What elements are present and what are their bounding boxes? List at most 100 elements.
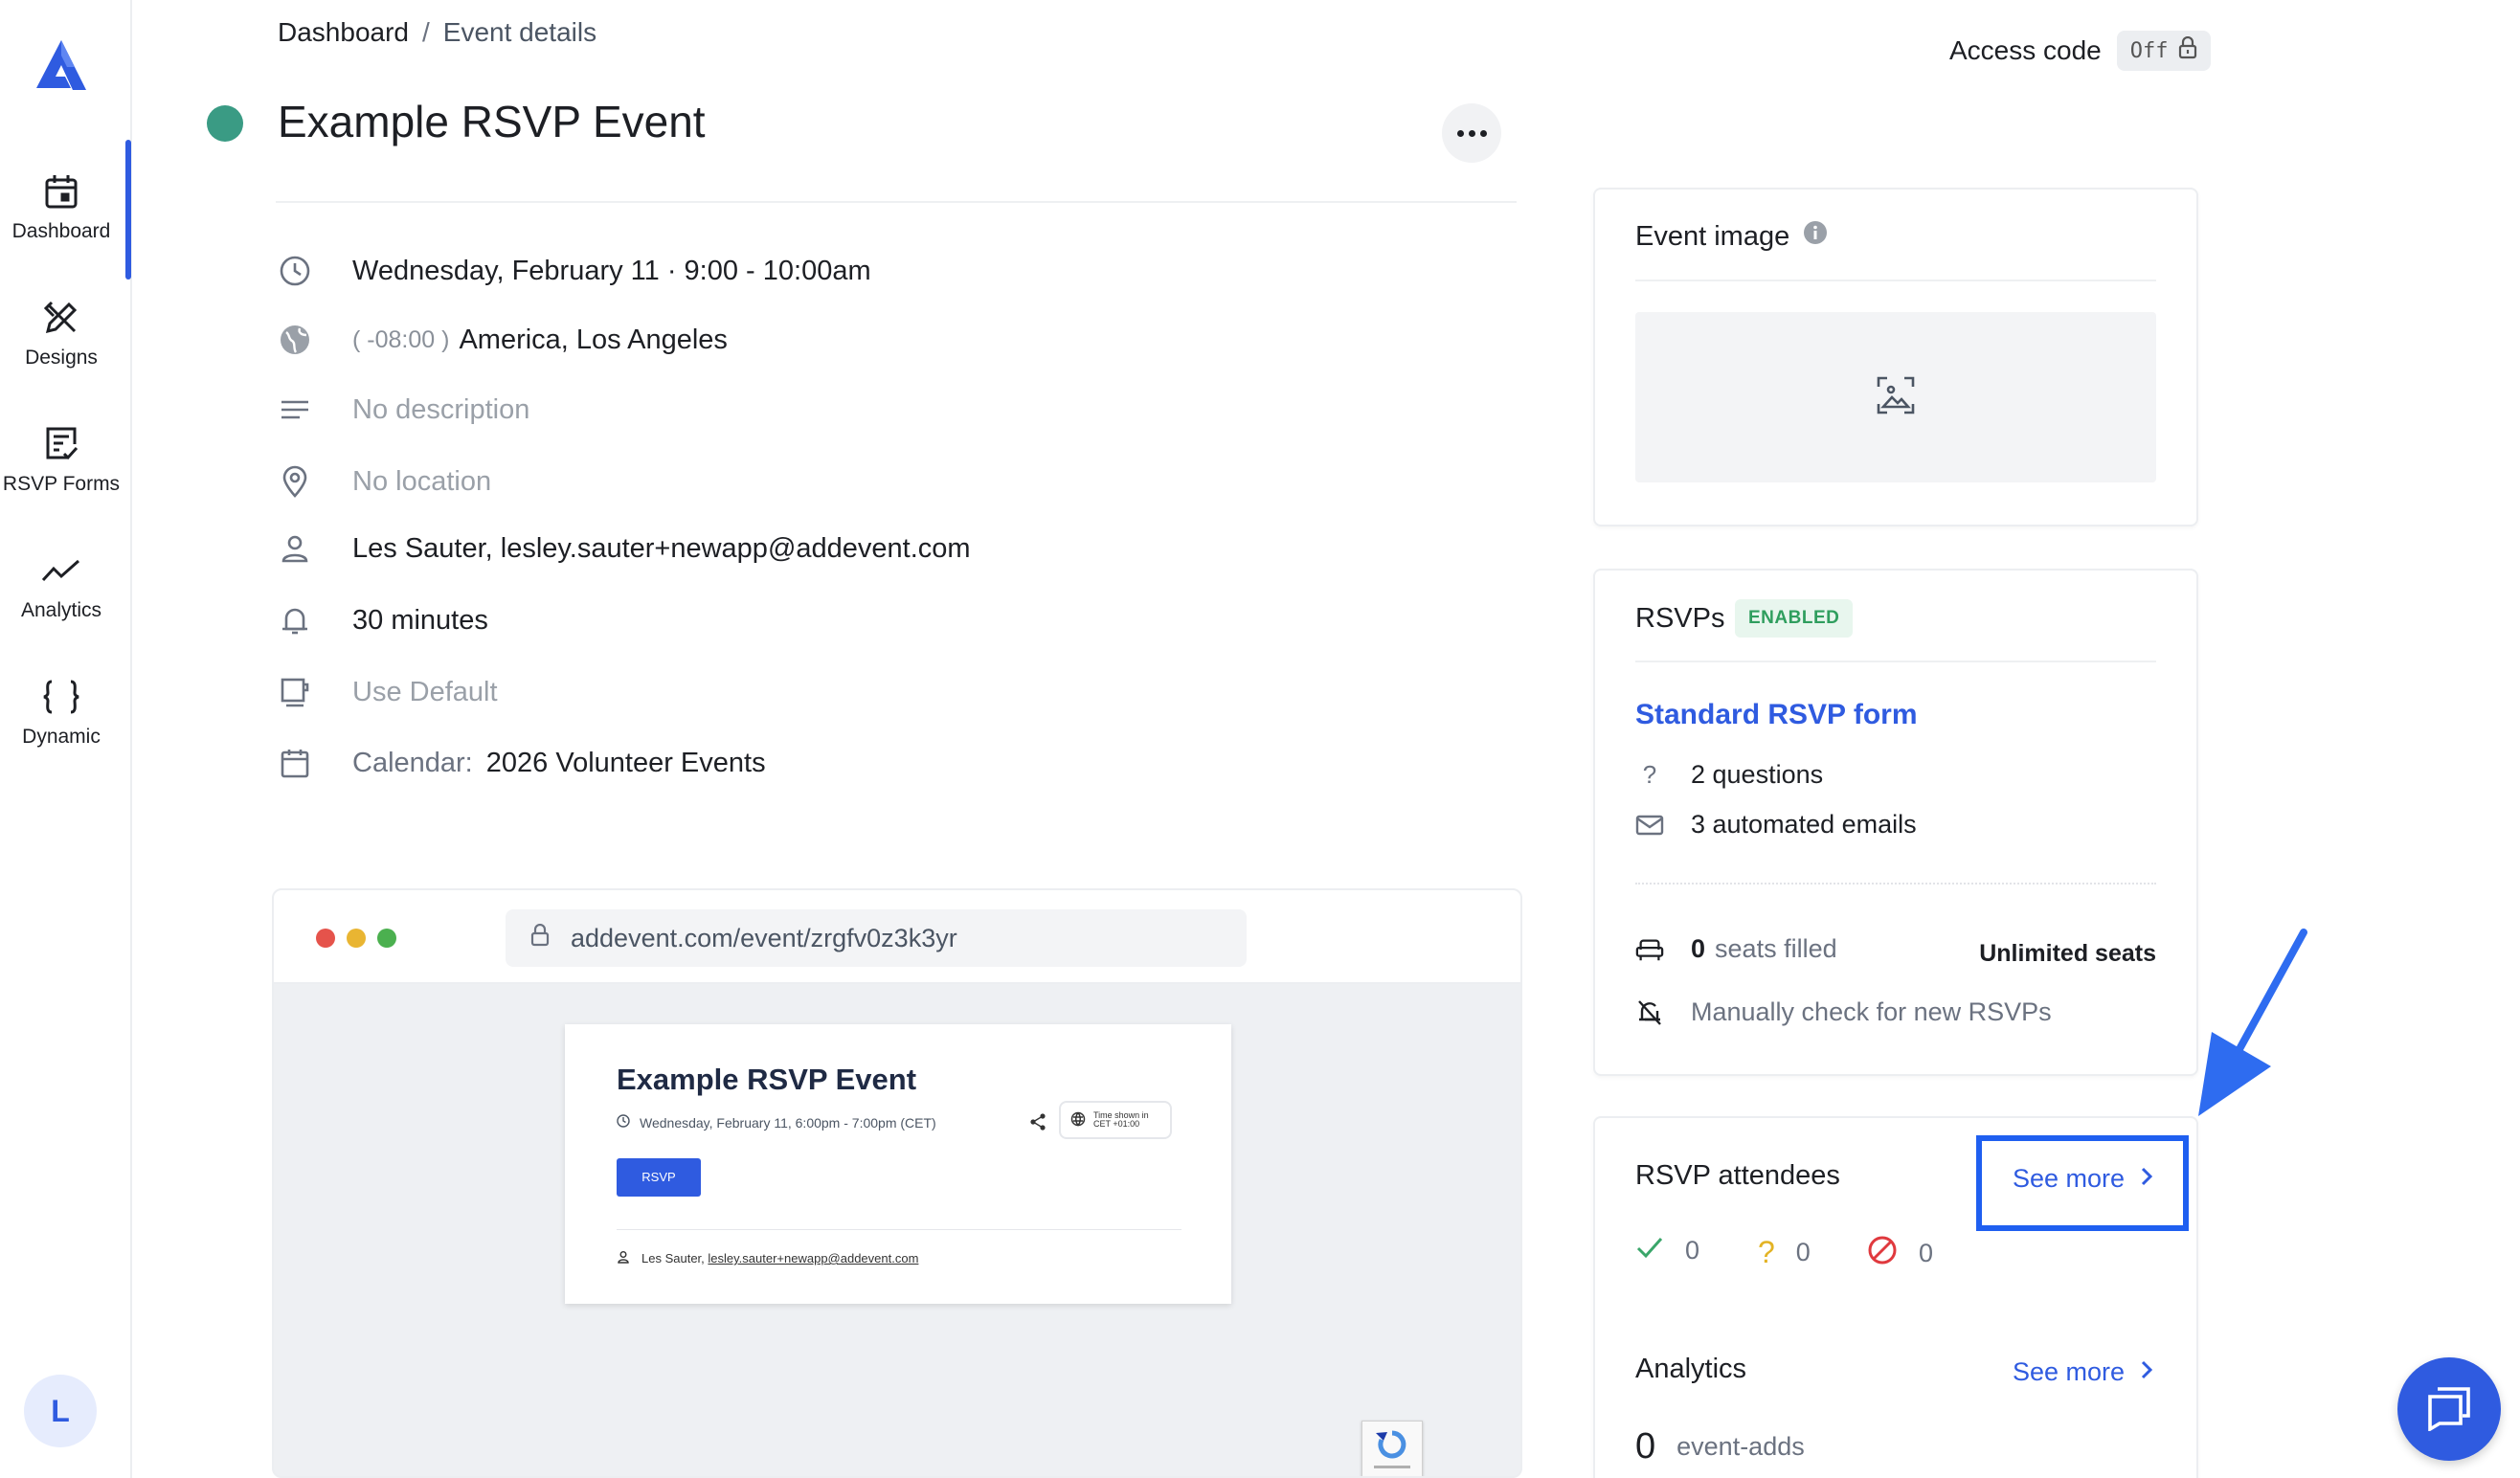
analytics-title: Analytics bbox=[1635, 1354, 1747, 1384]
analytics-count-row: 0 event-adds bbox=[1635, 1426, 1805, 1467]
event-template: Use Default bbox=[352, 676, 498, 707]
curly-braces-icon bbox=[0, 678, 123, 716]
seats-label: seats filled bbox=[1715, 934, 1837, 963]
access-code-label: Access code bbox=[1949, 35, 2102, 65]
seats-limit: Unlimited seats bbox=[1979, 940, 2156, 967]
questions-row: ? 2 questions bbox=[1635, 760, 1823, 790]
sidebar-item-analytics[interactable]: Analytics bbox=[0, 551, 123, 622]
attendees-see-more-link[interactable]: See more bbox=[2013, 1164, 2153, 1194]
divider bbox=[617, 1229, 1181, 1230]
event-image-upload[interactable] bbox=[1635, 312, 2156, 482]
preview-rsvp-button[interactable]: RSVP bbox=[617, 1158, 701, 1197]
rsvps-title: RSVPs bbox=[1635, 603, 1725, 634]
breadcrumb-separator: / bbox=[421, 17, 430, 47]
app-logo[interactable] bbox=[33, 38, 90, 99]
breadcrumb-dashboard[interactable]: Dashboard bbox=[278, 17, 409, 47]
access-code-toggle[interactable]: Off bbox=[2116, 31, 2211, 71]
template-icon bbox=[278, 675, 312, 709]
event-organizer-row[interactable]: Les Sauter, lesley.sauter+newapp@addeven… bbox=[278, 525, 971, 572]
access-code-value: Off bbox=[2129, 38, 2169, 63]
divider bbox=[276, 201, 1517, 203]
image-placeholder-icon bbox=[1876, 375, 1916, 420]
check-icon bbox=[1635, 1235, 1664, 1266]
divider bbox=[1635, 280, 2156, 281]
rsvp-attendees-title: RSVP attendees bbox=[1635, 1160, 1840, 1191]
bell-off-icon bbox=[1635, 998, 1664, 1027]
sidebar-item-label: Designs bbox=[25, 347, 98, 369]
bell-icon bbox=[278, 603, 312, 638]
avatar[interactable]: L bbox=[24, 1375, 97, 1447]
yes-count: 0 bbox=[1685, 1236, 1700, 1265]
sidebar-item-label: Dashboard bbox=[11, 220, 111, 242]
preview-url-bar[interactable]: addevent.com/event/zrgfv0z3k3yr bbox=[506, 909, 1247, 967]
trend-line-icon bbox=[0, 551, 123, 590]
sidebar-item-label: RSVP Forms bbox=[2, 473, 121, 495]
event-calendar-row[interactable]: Calendar: 2026 Volunteer Events bbox=[278, 739, 766, 787]
event-timezone-row[interactable]: ( -08:00 ) America, Los Angeles bbox=[278, 316, 728, 364]
timezone-name: America, Los Angeles bbox=[459, 324, 728, 355]
attendee-no-count-row: 0 bbox=[1867, 1235, 1933, 1272]
window-close-dot bbox=[316, 929, 335, 948]
description-icon bbox=[278, 392, 312, 427]
breadcrumb-current: Event details bbox=[442, 17, 597, 47]
standard-rsvp-form-link[interactable]: Standard RSVP form bbox=[1635, 699, 1918, 731]
info-icon[interactable] bbox=[1803, 220, 1828, 253]
sidebar-item-label: Analytics bbox=[20, 599, 102, 621]
declined-icon bbox=[1867, 1235, 1898, 1272]
questions-count: 2 questions bbox=[1691, 760, 1824, 789]
analytics-see-more-label: See more bbox=[2013, 1357, 2126, 1386]
emails-row: 3 automated emails bbox=[1635, 810, 1917, 840]
preview-title: Example RSVP Event bbox=[617, 1063, 917, 1096]
preview-host-row: Les Sauter, lesley.sauter+newapp@addeven… bbox=[617, 1250, 918, 1266]
preview-timezone-badge[interactable]: Time shown in CET +01:00 bbox=[1059, 1101, 1172, 1139]
location-pin-icon bbox=[278, 464, 312, 499]
attendee-maybe-count-row: ? 0 bbox=[1758, 1235, 1811, 1270]
event-datetime-row[interactable]: Wednesday, February 11 · 9:00 - 10:00am bbox=[278, 247, 871, 295]
event-reminder-row[interactable]: 30 minutes bbox=[278, 596, 488, 644]
no-count: 0 bbox=[1919, 1239, 1934, 1267]
envelope-icon bbox=[1635, 814, 1664, 837]
pencil-ruler-icon bbox=[0, 299, 123, 337]
event-reminder: 30 minutes bbox=[352, 604, 488, 636]
divider bbox=[1635, 661, 2156, 662]
preview-host-email[interactable]: lesley.sauter+newapp@addevent.com bbox=[708, 1251, 918, 1265]
analytics-count: 0 bbox=[1635, 1426, 1656, 1467]
event-calendar: 2026 Volunteer Events bbox=[485, 747, 766, 778]
clock-icon bbox=[278, 254, 312, 288]
event-image-title: Event image bbox=[1635, 220, 1828, 253]
event-description: No description bbox=[352, 393, 530, 425]
access-code: Access code Off bbox=[1949, 31, 2211, 71]
sidebar-item-dynamic[interactable]: Dynamic bbox=[0, 678, 123, 749]
browser-toolbar: addevent.com/event/zrgfv0z3k3yr bbox=[274, 890, 1520, 984]
event-template-row[interactable]: Use Default bbox=[278, 668, 498, 716]
preview-date: Wednesday, February 11, 6:00pm - 7:00pm … bbox=[640, 1114, 936, 1131]
person-icon bbox=[617, 1250, 630, 1266]
window-maximize-dot bbox=[377, 929, 396, 948]
event-description-row[interactable]: No description bbox=[278, 386, 529, 434]
sidebar-item-rsvp-forms[interactable]: RSVP Forms bbox=[0, 425, 123, 496]
chat-icon bbox=[2424, 1383, 2474, 1436]
page-title: Example RSVP Event bbox=[278, 97, 706, 146]
event-status-dot bbox=[207, 105, 243, 142]
recaptcha-badge bbox=[1361, 1421, 1423, 1476]
globe-icon bbox=[278, 323, 312, 357]
timezone-offset: ( -08:00 ) bbox=[352, 325, 450, 353]
attendees-see-more-label: See more bbox=[2013, 1164, 2126, 1193]
more-options-button[interactable] bbox=[1442, 103, 1501, 163]
chat-support-button[interactable] bbox=[2397, 1357, 2501, 1461]
event-location-row[interactable]: No location bbox=[278, 458, 491, 505]
sidebar-item-dashboard[interactable]: Dashboard bbox=[0, 172, 123, 243]
preview-date-row: Wednesday, February 11, 6:00pm - 7:00pm … bbox=[617, 1114, 936, 1131]
seats-row: 0 seats filled bbox=[1635, 934, 1837, 964]
share-icon[interactable] bbox=[1028, 1112, 1047, 1136]
preview-event-card: Example RSVP Event Wednesday, February 1… bbox=[565, 1024, 1231, 1304]
analytics-see-more-link[interactable]: See more bbox=[2013, 1357, 2153, 1387]
check-rsvps-row: Manually check for new RSVPs bbox=[1635, 997, 2052, 1027]
clock-icon bbox=[617, 1114, 630, 1131]
event-organizer: Les Sauter, lesley.sauter+newapp@addeven… bbox=[352, 532, 971, 564]
question-icon: ? bbox=[1642, 760, 1657, 789]
lock-icon bbox=[530, 923, 571, 953]
sidebar-item-designs[interactable]: Designs bbox=[0, 299, 123, 370]
attendee-yes-count-row: 0 bbox=[1635, 1235, 1699, 1266]
annotation-arrow-icon bbox=[2198, 929, 2307, 1116]
